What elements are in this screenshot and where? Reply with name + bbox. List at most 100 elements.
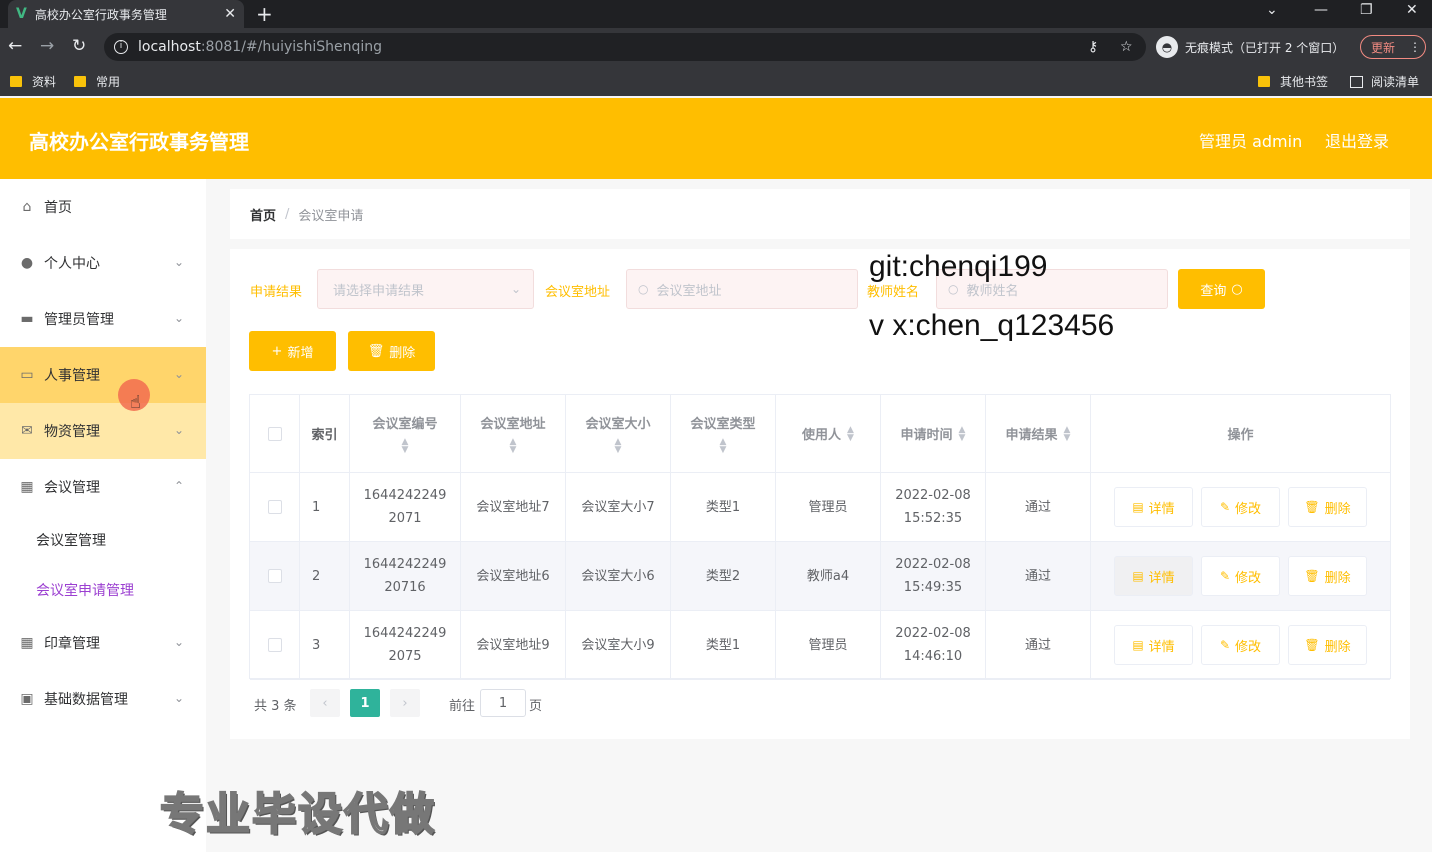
header-label: 会议室地址: [480, 417, 546, 432]
sidebar-item-profile[interactable]: ● 个人中心 ⌄: [0, 235, 206, 291]
column-header-apply-time[interactable]: 申请时间 ▲ ▼: [881, 395, 986, 473]
document-icon: ▤: [1132, 638, 1144, 652]
add-button[interactable]: + 新增: [249, 331, 336, 371]
delete-label: 删除: [1324, 639, 1351, 655]
restore-icon[interactable]: ❐: [1360, 2, 1373, 18]
forward-icon[interactable]: →: [40, 36, 54, 56]
column-header-size[interactable]: 会议室大小 ▲ ▼: [566, 395, 671, 473]
sort-icon[interactable]: ▲ ▼: [402, 438, 409, 455]
bookmarks-bar: 资料 常用 其他书签 阅读清单: [0, 66, 1432, 96]
sidebar-item-hr-management[interactable]: ▭ 人事管理 ⌄: [0, 347, 206, 403]
edit-icon: ✎: [1219, 638, 1231, 652]
tab-close-icon[interactable]: ✕: [224, 6, 236, 22]
sidebar-item-base-data-management[interactable]: ▣ 基础数据管理 ⌄: [0, 671, 206, 727]
bookmark-star-icon[interactable]: ☆: [1120, 39, 1133, 55]
sidebar-item-home[interactable]: ⌂ 首页: [0, 179, 206, 235]
cell-user: 教师a4: [776, 542, 881, 610]
close-window-icon[interactable]: ✕: [1406, 2, 1418, 18]
delete-button[interactable]: 🗑 删除: [1288, 556, 1367, 596]
pagination-total: 共 3 条: [254, 699, 297, 714]
trash-icon: ▣: [20, 691, 34, 707]
goto-page-input[interactable]: 1: [480, 689, 526, 717]
address-bar[interactable]: i localhost:8081/#/huiyishiShenqing: [104, 33, 1146, 61]
result-select-placeholder: 请选择申请结果: [333, 283, 425, 299]
incognito-indicator[interactable]: ◓ 无痕模式（已打开 2 个窗口）: [1156, 33, 1344, 61]
column-header-code[interactable]: 会议室编号 ▲ ▼: [350, 395, 461, 473]
column-header-user[interactable]: 使用人 ▲ ▼: [776, 395, 881, 473]
detail-button[interactable]: ▤ 详情: [1114, 556, 1193, 596]
bookmark-label: 常用: [96, 75, 121, 89]
document-icon: ▤: [1132, 500, 1144, 514]
sort-icon[interactable]: ▲ ▼: [510, 438, 517, 455]
edit-button[interactable]: ✎ 修改: [1201, 556, 1280, 596]
sidebar-item-supplies-management[interactable]: ✉ 物资管理 ⌄: [0, 403, 206, 459]
document-icon: ▤: [1132, 569, 1144, 583]
result-select[interactable]: 请选择申请结果 ⌄: [317, 269, 534, 309]
sort-icon[interactable]: ▲ ▼: [720, 438, 727, 455]
trash-icon: 🗑: [1304, 638, 1320, 652]
app-title: 高校办公室行政事务管理: [29, 130, 249, 154]
query-button[interactable]: 查询 ○: [1178, 269, 1265, 309]
reading-list[interactable]: 阅读清单: [1350, 73, 1419, 90]
edit-icon: ✎: [1219, 569, 1231, 583]
sidebar-item-admin-management[interactable]: ▬ 管理员管理 ⌄: [0, 291, 206, 347]
delete-button[interactable]: 🗑 删除: [1288, 625, 1367, 665]
batch-delete-button[interactable]: 🗑 删除: [348, 331, 435, 371]
select-all-checkbox[interactable]: [267, 426, 282, 441]
bookmark-folder-changyong[interactable]: 常用: [74, 73, 120, 90]
column-header-result[interactable]: 申请结果 ▲ ▼: [986, 395, 1091, 473]
sort-icon[interactable]: ▲ ▼: [847, 425, 854, 442]
sidebar-item-seal-management[interactable]: ▦ 印章管理 ⌄: [0, 615, 206, 671]
key-icon[interactable]: ⚷: [1088, 39, 1098, 55]
sort-icon[interactable]: ▲ ▼: [615, 438, 622, 455]
column-header-address[interactable]: 会议室地址 ▲ ▼: [461, 395, 566, 473]
detail-label: 详情: [1148, 639, 1175, 655]
back-icon[interactable]: ←: [8, 36, 22, 56]
row-checkbox[interactable]: [267, 569, 282, 583]
detail-button[interactable]: ▤ 详情: [1114, 487, 1193, 527]
site-info-icon[interactable]: i: [114, 40, 128, 54]
content-panel: 申请结果 请选择申请结果 ⌄ 会议室地址 ○ 会议室地址 教师姓名 ○ 教师姓名…: [230, 249, 1410, 739]
cell-type: 类型1: [671, 611, 776, 679]
sidebar-sub-meeting-room[interactable]: 会议室管理: [0, 515, 206, 565]
incognito-icon: ◓: [1156, 36, 1178, 58]
update-button[interactable]: 更新 ⋮: [1360, 35, 1426, 59]
application-table: 索引 会议室编号 ▲ ▼ 会议室地址 ▲ ▼ 会议室大小 ▲ ▼ 会议室类型 ▲ ▼ 使用人 ▲ ▼…: [249, 394, 1391, 680]
chevron-down-icon: ⌄: [173, 367, 184, 381]
bookmark-folder-ziliao[interactable]: 资料: [10, 73, 56, 90]
admin-user-link[interactable]: 管理员 admin: [1199, 128, 1302, 152]
other-bookmarks[interactable]: 其他书签: [1258, 73, 1328, 90]
prev-page-button[interactable]: ‹: [310, 689, 340, 717]
cell-result: 通过: [986, 611, 1091, 679]
page-number-current[interactable]: 1: [350, 689, 380, 717]
address-search-input[interactable]: ○ 会议室地址: [626, 269, 858, 309]
cell-type: 类型1: [671, 473, 776, 541]
address-filter-label: 会议室地址: [545, 285, 611, 300]
edit-button[interactable]: ✎ 修改: [1201, 487, 1280, 527]
sidebar-item-meeting-management[interactable]: ▦ 会议管理 ⌃: [0, 459, 206, 515]
detail-button[interactable]: ▤ 详情: [1114, 625, 1193, 665]
column-header-type[interactable]: 会议室类型 ▲ ▼: [671, 395, 776, 473]
cell-code: 1644242249 2075: [350, 611, 461, 679]
sort-icon[interactable]: ▲ ▼: [1064, 425, 1071, 442]
header-label: 会议室类型: [690, 417, 756, 432]
row-checkbox[interactable]: [267, 638, 282, 652]
logout-link[interactable]: 退出登录: [1325, 128, 1389, 152]
breadcrumb-current: 会议室申请: [298, 208, 364, 224]
table-row: 3 1644242249 2075 会议室地址9 会议室大小9 类型1 管理员 2…: [250, 611, 1390, 680]
cell-index: 2: [300, 542, 350, 610]
row-checkbox[interactable]: [267, 500, 282, 514]
tab-search-icon[interactable]: ⌄: [1266, 2, 1278, 18]
delete-button[interactable]: 🗑 删除: [1288, 487, 1367, 527]
edit-button[interactable]: ✎ 修改: [1201, 625, 1280, 665]
reload-icon[interactable]: ↻: [72, 36, 86, 56]
browser-tab[interactable]: V 高校办公室行政事务管理 ✕: [8, 0, 244, 28]
sidebar-sub-meeting-room-application[interactable]: 会议室申请管理: [0, 565, 206, 615]
next-page-button[interactable]: ›: [390, 689, 420, 717]
breadcrumb-home[interactable]: 首页: [250, 205, 276, 224]
address-input-placeholder: 会议室地址: [656, 283, 722, 299]
sort-icon[interactable]: ▲ ▼: [959, 425, 966, 442]
home-icon: ⌂: [22, 199, 32, 215]
new-tab-icon[interactable]: +: [256, 2, 273, 26]
minimize-icon[interactable]: —: [1314, 2, 1328, 18]
